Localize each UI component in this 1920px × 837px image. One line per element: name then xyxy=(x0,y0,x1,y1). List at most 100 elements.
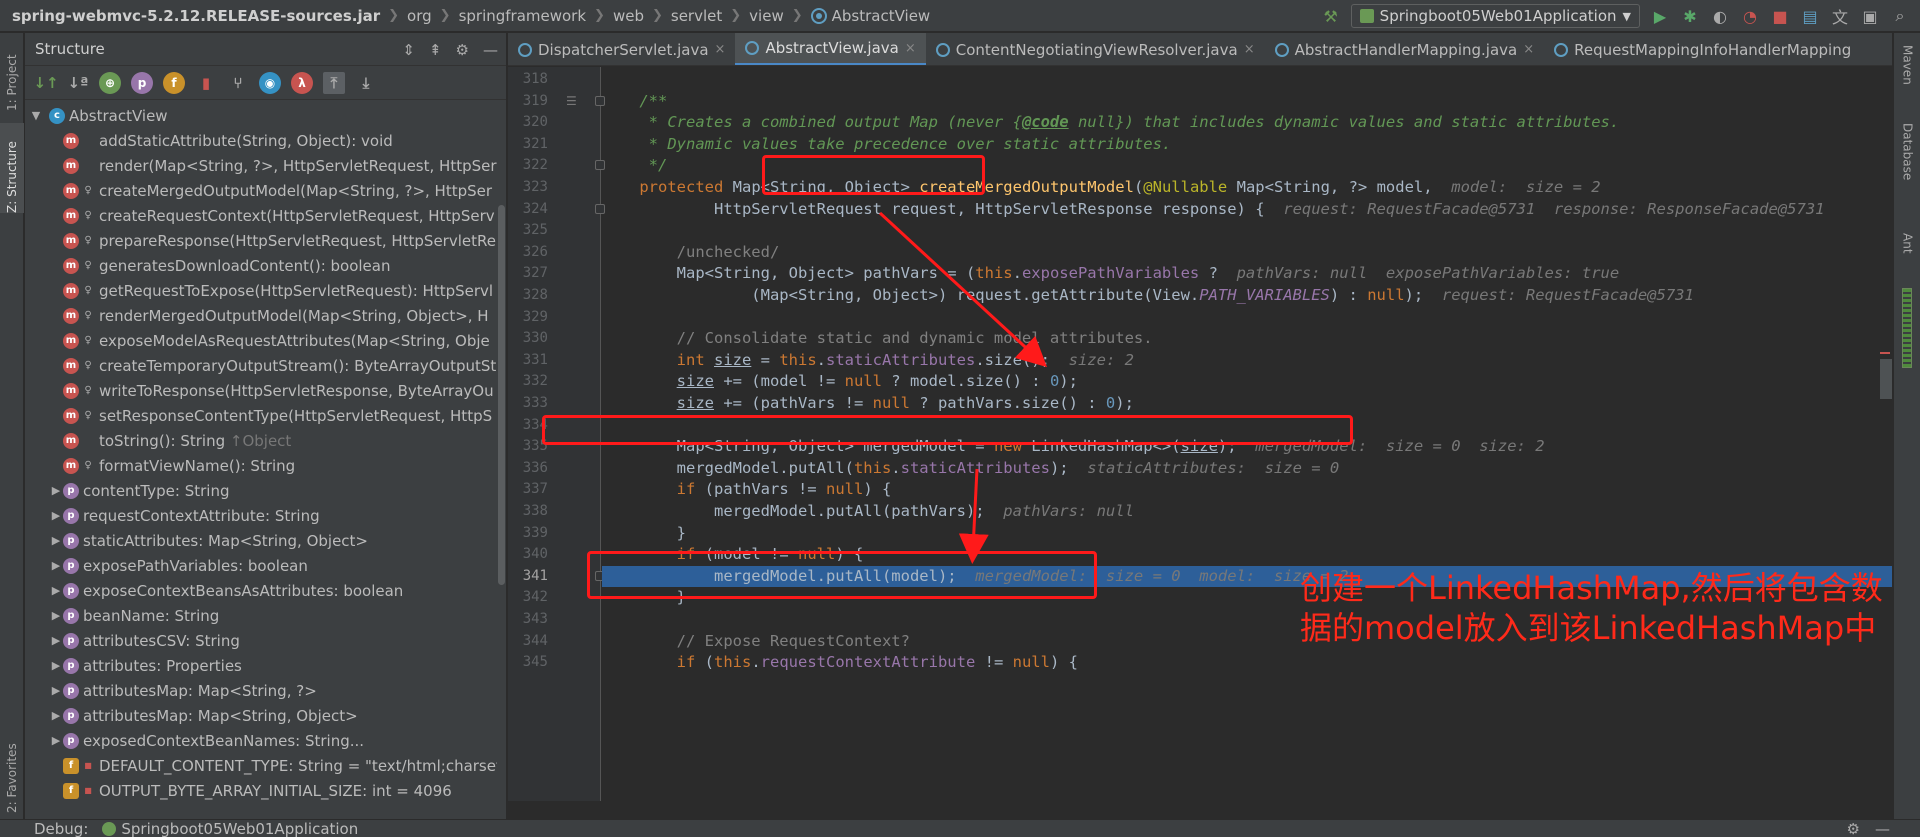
tree-item[interactable]: m render(Map<String, ?>, HttpServletReque… xyxy=(25,153,506,178)
breadcrumb-item[interactable]: AbstractView xyxy=(832,7,931,25)
tree-item[interactable]: m ♀ prepareResponse(HttpServletRequest, Ht… xyxy=(25,228,506,253)
translate-icon[interactable]: 文 xyxy=(1830,6,1850,27)
tree-item[interactable]: ▶ p staticAttributes: Map<String, Object> xyxy=(25,528,506,553)
tree-item[interactable]: ▶ p exposedContextBeanNames: String... xyxy=(25,728,506,753)
tree-item[interactable]: ▶ p beanName: String xyxy=(25,603,506,628)
show-properties-icon[interactable]: p xyxy=(131,71,153,94)
code-line[interactable]: // Consolidate static and dynamic model … xyxy=(602,328,1892,350)
close-icon[interactable]: × xyxy=(1244,42,1255,57)
stop-icon[interactable]: ■ xyxy=(1770,6,1790,26)
chevron-right-icon[interactable]: ▶ xyxy=(49,559,63,572)
autoscroll-to-source-icon[interactable]: ⤒ xyxy=(323,71,345,94)
close-icon[interactable]: × xyxy=(905,41,916,56)
chevron-down-icon[interactable]: ▼ xyxy=(29,109,43,122)
code-line[interactable]: mergedModel.putAll(this.staticAttributes… xyxy=(602,458,1892,480)
editor-tab[interactable]: RequestMappingInfoHandlerMapping xyxy=(1544,33,1861,65)
gear-icon[interactable]: ⚙ xyxy=(456,41,469,59)
show-anonymous-icon[interactable]: ⑂ xyxy=(227,72,249,94)
code-line[interactable]: (Map<String, Object>) request.getAttribu… xyxy=(602,285,1892,307)
tree-item[interactable]: ▶ p attributes: Properties xyxy=(25,653,506,678)
autoscroll-from-source-icon[interactable]: ⤓ xyxy=(355,72,377,94)
tree-item[interactable]: m ♀ formatViewName(): String xyxy=(25,453,506,478)
editor-scroll-thumb[interactable] xyxy=(1880,359,1892,399)
tree-item[interactable]: m ♀ exposeModelAsRequestAttributes(Map<Str… xyxy=(25,328,506,353)
code-line[interactable]: protected Map<String, Object> createMerg… xyxy=(602,177,1892,199)
code-line[interactable]: Map<String, Object> mergedModel = new Li… xyxy=(602,436,1892,458)
tree-item[interactable]: ▶ p requestContextAttribute: String xyxy=(25,503,506,528)
code-line[interactable]: * Creates a combined output Map (never {… xyxy=(602,112,1892,134)
breadcrumb-item[interactable]: web xyxy=(613,7,644,25)
code-line[interactable]: size += (model != null ? model.size() : … xyxy=(602,371,1892,393)
breadcrumb-item[interactable]: org xyxy=(407,7,432,25)
code-line[interactable]: /unchecked/ xyxy=(602,242,1892,264)
tree-root[interactable]: ▼ c AbstractView xyxy=(25,103,506,128)
code-line[interactable]: HttpServletRequest request, HttpServletR… xyxy=(602,199,1892,221)
tree-item[interactable]: m toString(): String ↑Object xyxy=(25,428,506,453)
tree-item[interactable]: m ♀ createMergedOutputModel(Map<String, ?>… xyxy=(25,178,506,203)
line-number-gutter[interactable]: 318 319 320 321 322 323 324 325 326 327 328 329 330 3… xyxy=(508,67,605,801)
minimize-icon[interactable]: — xyxy=(483,41,498,59)
code-editor[interactable]: 318 319 320 321 322 323 324 325 326 327 328 329 330 3… xyxy=(508,67,1892,801)
breadcrumb-item[interactable]: servlet xyxy=(671,7,722,25)
code-line[interactable]: int size = this.staticAttributes.size();… xyxy=(602,350,1892,372)
lambda-icon[interactable]: λ xyxy=(291,71,313,94)
breadcrumb-item[interactable]: springframework xyxy=(459,7,586,25)
scrollbar-thumb[interactable] xyxy=(498,205,505,585)
sort-alphabetically-icon[interactable]: ↓ª xyxy=(67,72,89,94)
chevron-right-icon[interactable]: ▶ xyxy=(49,684,63,697)
run-icon[interactable]: ▶ xyxy=(1650,6,1670,26)
breadcrumb-item[interactable]: view xyxy=(749,7,784,25)
tab-project[interactable]: 1: Project xyxy=(0,41,24,111)
tab-structure[interactable]: Z: Structure xyxy=(0,123,24,213)
tree-item[interactable]: m addStaticAttribute(String, Object): voi… xyxy=(25,128,506,153)
profile-icon[interactable]: ◔ xyxy=(1740,6,1760,26)
editor-tab[interactable]: AbstractHandlerMapping.java × xyxy=(1265,33,1545,65)
tab-database[interactable]: Database xyxy=(1894,123,1920,203)
code-line[interactable]: } xyxy=(602,523,1892,545)
tree-item[interactable]: ▶ p attributesCSV: String xyxy=(25,628,506,653)
tree-item[interactable]: m ♀ getRequestToExpose(HttpServletRequest)… xyxy=(25,278,506,303)
chevron-right-icon[interactable]: ▶ xyxy=(49,734,63,747)
coverage-icon[interactable]: ◐ xyxy=(1710,6,1730,26)
code-line[interactable]: size += (pathVars != null ? pathVars.siz… xyxy=(602,393,1892,415)
error-stripe-mark[interactable] xyxy=(1880,352,1890,354)
memory-indicator[interactable] xyxy=(1902,288,1912,368)
code-line[interactable] xyxy=(602,69,1892,91)
chevron-right-icon[interactable]: ▶ xyxy=(49,634,63,647)
project-structure-icon[interactable]: ▤ xyxy=(1800,6,1820,26)
editor-tab[interactable]: DispatcherServlet.java × xyxy=(508,33,735,65)
tree-item[interactable]: f ■ DEFAULT_CONTENT_TYPE: String = "text/h… xyxy=(25,753,506,778)
tree-item[interactable]: m ♀ createTemporaryOutputStream(): ByteArr… xyxy=(25,353,506,378)
expand-all-icon[interactable]: ⇕ xyxy=(402,41,415,59)
code-line[interactable]: if (model != null) { xyxy=(602,544,1892,566)
show-fields-icon[interactable]: f xyxy=(163,71,185,94)
tree-item[interactable]: ▶ p exposePathVariables: boolean xyxy=(25,553,506,578)
tree-item[interactable]: m ♀ writeToResponse(HttpServletResponse, B… xyxy=(25,378,506,403)
bookmark-icon[interactable]: ☰ xyxy=(566,91,577,113)
show-non-public-icon[interactable]: ▮ xyxy=(195,72,217,94)
terminal-icon[interactable]: ▣ xyxy=(1860,6,1880,26)
chevron-right-icon[interactable]: ▶ xyxy=(49,534,63,547)
tree-item[interactable]: m ♀ setResponseContentType(HttpServletRequ… xyxy=(25,403,506,428)
chevron-right-icon[interactable]: ▶ xyxy=(49,584,63,597)
tab-favorites[interactable]: 2: Favorites xyxy=(0,723,24,813)
show-lambdas-icon[interactable]: ◉ xyxy=(259,71,281,94)
tree-item[interactable]: f ■ OUTPUT_BYTE_ARRAY_INITIAL_SIZE: int = … xyxy=(25,778,506,803)
chevron-right-icon[interactable]: ▶ xyxy=(49,484,63,497)
tree-item[interactable]: m ♀ createRequestContext(HttpServletReques… xyxy=(25,203,506,228)
code-line[interactable] xyxy=(602,220,1892,242)
code-line[interactable]: if (pathVars != null) { xyxy=(602,479,1892,501)
debug-icon[interactable]: ✱ xyxy=(1680,6,1700,26)
debug-tab[interactable]: Debug: Springboot05Web01Application xyxy=(0,820,358,837)
gear-icon[interactable]: ⚙ xyxy=(1847,820,1860,837)
search-icon[interactable]: ⌕ xyxy=(1890,6,1910,26)
hammer-icon[interactable]: ⚒ xyxy=(1321,6,1341,26)
close-icon[interactable]: × xyxy=(715,42,726,57)
code-line[interactable]: */ xyxy=(602,155,1892,177)
code-line[interactable]: mergedModel.putAll(pathVars); pathVars: … xyxy=(602,501,1892,523)
debug-session[interactable]: Springboot05Web01Application xyxy=(102,820,358,837)
code-line[interactable]: if (this.requestContextAttribute != null… xyxy=(602,652,1892,674)
tree-item[interactable]: m ♀ renderMergedOutputModel(Map<String, Ob… xyxy=(25,303,506,328)
error-stripe[interactable]: ✓ xyxy=(1878,67,1892,801)
sort-by-visibility-icon[interactable]: ↓↑ xyxy=(33,72,58,94)
